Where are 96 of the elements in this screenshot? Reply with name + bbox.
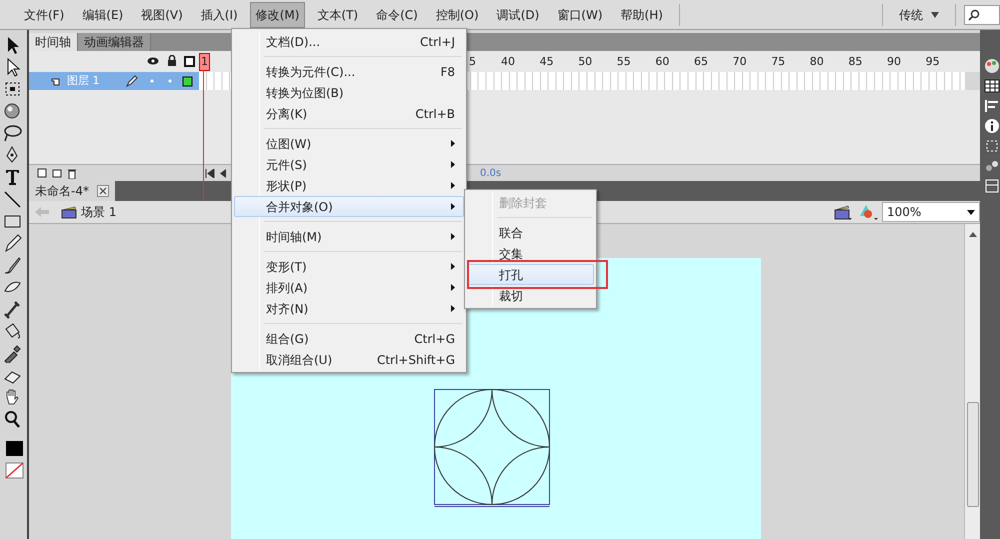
- submenu-arrow-icon: [451, 203, 455, 210]
- palette-icon[interactable]: [984, 58, 1000, 74]
- menu-option[interactable]: 转换为位图(B): [234, 82, 464, 103]
- outline-icon[interactable]: [184, 56, 195, 67]
- submenu-arrow-icon: [451, 263, 455, 270]
- layer-icon: [51, 76, 61, 86]
- menu-option[interactable]: 文档(D)... Ctrl+J: [234, 31, 464, 52]
- elapsed-time: 0.0s: [480, 166, 502, 180]
- caret-icon[interactable]: [931, 12, 939, 18]
- submenu-arrow-icon: [451, 284, 455, 291]
- frame-number: 60: [655, 54, 670, 70]
- frame-number: 55: [616, 54, 631, 70]
- shortcut-label: Ctrl+B: [415, 106, 455, 122]
- menu-item[interactable]: 调试(D): [490, 2, 546, 28]
- menu-option[interactable]: 时间轴(M): [234, 226, 464, 247]
- frame-number: 75: [771, 54, 786, 70]
- shortcut-label: Ctrl+G: [414, 330, 455, 348]
- submenu-arrow-icon: [451, 182, 455, 189]
- menu-option[interactable]: 取消组合(U) Ctrl+Shift+G: [234, 349, 464, 370]
- submenu-arrow-icon: [451, 233, 455, 240]
- panel-tab[interactable]: 动画编辑器: [78, 33, 151, 51]
- menu-option[interactable]: 打孔: [467, 264, 594, 285]
- frame-number: 80: [810, 54, 824, 70]
- swatches-icon[interactable]: [984, 78, 1000, 94]
- eye-icon[interactable]: [147, 56, 159, 66]
- menu-option[interactable]: 元件(S): [234, 154, 464, 175]
- info-icon[interactable]: [984, 118, 1000, 134]
- lock-icon[interactable]: [167, 55, 177, 66]
- pencil-icon[interactable]: [2, 233, 24, 253]
- menu-option[interactable]: 转换为元件(C)... F8: [234, 61, 464, 82]
- lock-dot-icon[interactable]: [168, 79, 172, 83]
- frame-number: 95: [926, 54, 940, 70]
- menu-item[interactable]: 控制(O): [430, 2, 485, 28]
- layer-color-icon[interactable]: [182, 76, 192, 86]
- menu-option[interactable]: 合并对象(O): [234, 196, 464, 217]
- submenu-arrow-icon: [451, 161, 455, 168]
- panel-tab[interactable]: 时间轴: [29, 33, 78, 51]
- search-field[interactable]: [964, 4, 1000, 24]
- workspace-label[interactable]: 传统: [899, 6, 923, 24]
- shortcut-label: Ctrl+J: [420, 34, 455, 50]
- menu-item[interactable]: 修改(M): [250, 2, 306, 28]
- document-title: 未命名-4*: [35, 183, 89, 200]
- pencil-icon: [126, 75, 138, 87]
- lasso-icon[interactable]: [2, 123, 24, 143]
- new-layer-icon[interactable]: [37, 168, 47, 178]
- menu-option[interactable]: 形状(P): [234, 175, 464, 196]
- shortcut-label: F8: [440, 64, 455, 80]
- menu-option[interactable]: 变形(T): [234, 256, 464, 277]
- menu-option[interactable]: 交集: [467, 243, 594, 264]
- menu-item[interactable]: 窗口(W): [551, 2, 609, 28]
- previous-frame-icon[interactable]: [219, 168, 227, 178]
- menu-item[interactable]: 命令(C): [370, 2, 424, 28]
- submenu-arrow-icon: [451, 305, 455, 312]
- shortcut-label: Ctrl+Shift+G: [376, 352, 455, 368]
- frame-number: 40: [501, 54, 515, 70]
- trash-icon[interactable]: [67, 168, 77, 178]
- menu-item[interactable]: 文本(T): [311, 2, 364, 28]
- menu-item[interactable]: 视图(V): [135, 2, 189, 28]
- menu-option[interactable]: 裁切: [467, 285, 594, 306]
- menu-option[interactable]: 组合(G) Ctrl+G: [234, 328, 464, 349]
- zoom-dropdown[interactable]: 100%: [882, 202, 980, 222]
- frame-number: 70: [732, 54, 747, 70]
- close-icon[interactable]: [96, 185, 109, 197]
- frame-number: 5: [469, 54, 476, 70]
- scene-label[interactable]: 场景 1: [81, 203, 116, 221]
- scroll-thumb[interactable]: [967, 402, 979, 507]
- caret-icon: [967, 210, 975, 214]
- library-icon[interactable]: [984, 178, 1000, 194]
- document-tab[interactable]: 未命名-4*: [29, 181, 115, 201]
- menu-item[interactable]: 插入(I): [194, 2, 244, 28]
- zoom-value: 100%: [887, 204, 922, 221]
- align-icon[interactable]: [984, 98, 1000, 114]
- menu-option[interactable]: 分离(K) Ctrl+B: [234, 103, 464, 124]
- playhead-marker[interactable]: 1: [199, 53, 210, 71]
- menu-option[interactable]: 联合: [467, 222, 594, 243]
- frame-number: 85: [848, 54, 862, 70]
- submenu-arrow-icon: [451, 140, 455, 147]
- frame-number: 65: [694, 54, 708, 70]
- frame-number: 50: [578, 54, 592, 70]
- menu-option[interactable]: 对齐(N): [234, 298, 464, 319]
- search-icon: [968, 8, 980, 20]
- menu-item[interactable]: 帮助(H): [614, 2, 669, 28]
- frame-number: 90: [887, 54, 901, 70]
- first-frame-icon[interactable]: [205, 168, 215, 178]
- scroll-up-icon[interactable]: [969, 232, 977, 237]
- menu-option[interactable]: 排列(A): [234, 277, 464, 298]
- shape-drawing[interactable]: [433, 388, 551, 508]
- frame-number: 45: [540, 54, 554, 70]
- menu-item[interactable]: 编辑(E): [76, 2, 130, 28]
- scene-icon: [61, 205, 77, 219]
- vertical-scrollbar[interactable]: [964, 224, 980, 539]
- transform-icon[interactable]: [984, 138, 1000, 154]
- menu-option[interactable]: 位图(W): [234, 133, 464, 154]
- menu-item[interactable]: 文件(F): [18, 2, 70, 28]
- edit-scene-icon[interactable]: [833, 203, 853, 221]
- visibility-dot-icon[interactable]: [150, 79, 154, 83]
